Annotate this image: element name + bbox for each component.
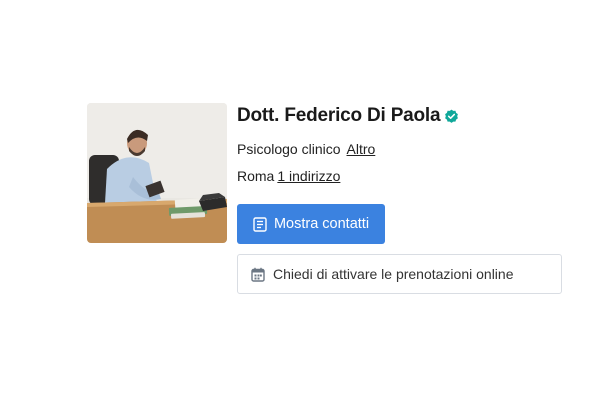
show-contacts-label: Mostra contatti [273,216,370,232]
show-contacts-button[interactable]: Mostra contatti [237,204,385,244]
city-text: Roma [237,168,275,184]
request-booking-button[interactable]: Chiedi di attivare le prenotazioni onlin… [237,254,562,294]
doctor-name[interactable]: Dott. Federico Di Paola [237,105,441,127]
doctor-photo[interactable] [87,103,227,243]
name-row: Dott. Federico Di Paola [237,103,565,129]
contact-card-icon [253,216,267,232]
specialty-more-link[interactable]: Altro [347,141,376,157]
specialty-row: Psicologo clinico Altro [237,139,565,159]
verified-check-icon [444,109,459,124]
calendar-icon [251,267,265,282]
doctor-card: Dott. Federico Di Paola Psicologo clinic… [87,103,565,298]
address-row: Roma 1 indirizzo [237,166,565,186]
addresses-link[interactable]: 1 indirizzo [277,168,340,184]
specialty-text: Psicologo clinico [237,141,341,157]
doctor-info: Dott. Federico Di Paola Psicologo clinic… [237,103,565,294]
request-booking-label: Chiedi di attivare le prenotazioni onlin… [273,266,514,282]
